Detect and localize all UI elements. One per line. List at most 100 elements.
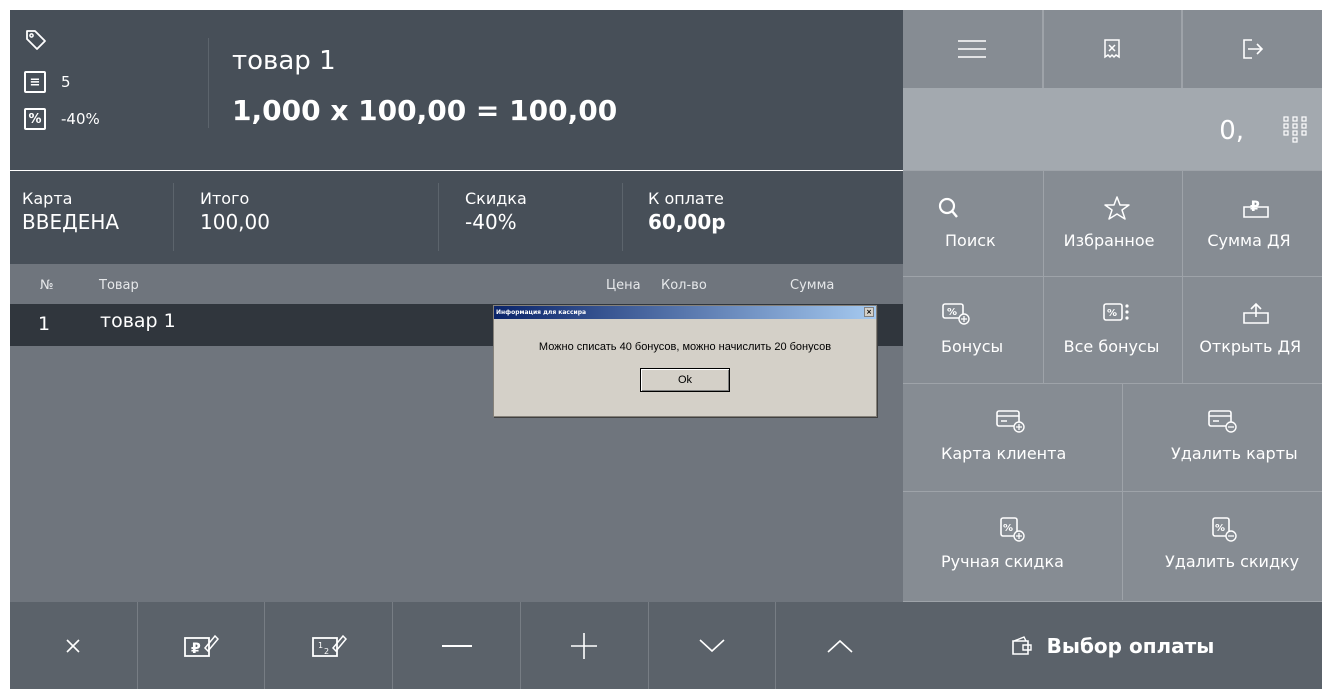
product-calculation: 1,000 x 100,00 = 100,00	[232, 94, 618, 127]
amount-due-label: К оплате	[648, 189, 724, 208]
bonus-add-icon: %	[942, 303, 970, 325]
discount-total: Скидка -40%	[465, 189, 527, 234]
dialog-title-bar: Информация для кассира ×	[494, 306, 876, 319]
increase-quantity-button[interactable]	[521, 602, 649, 689]
right-panel: 0, Поиск Избранное ₽ Сумма ДЯ % Бонусы %…	[903, 10, 1322, 689]
client-card-label: Карта клиента	[941, 444, 1067, 463]
total-label: Итого	[200, 189, 250, 208]
bonuses-button[interactable]: % Бонусы	[903, 277, 1043, 384]
favorites-label: Избранное	[1063, 231, 1155, 250]
discount-value: -40%	[465, 210, 517, 234]
bonus-list-icon: %	[1102, 303, 1129, 321]
chevron-up-icon	[827, 639, 853, 653]
svg-text:%: %	[947, 307, 957, 318]
favorites-button[interactable]: Избранное	[1042, 171, 1183, 278]
ok-button[interactable]: Ok	[640, 368, 730, 392]
header-qty: Кол-во	[661, 278, 707, 293]
open-dya-button[interactable]: Открыть ДЯ	[1182, 277, 1322, 384]
delete-item-button[interactable]	[10, 602, 138, 689]
svg-text:%: %	[1003, 523, 1013, 534]
item-count-row: ≡ 5	[24, 71, 71, 93]
card-add-icon	[996, 410, 1025, 433]
card-remove-icon	[1208, 410, 1237, 433]
header-item: Товар	[99, 278, 139, 293]
actions-row-3: Карта клиента Удалить карты	[903, 384, 1322, 492]
svg-text:1: 1	[318, 641, 323, 650]
scroll-down-button[interactable]	[649, 602, 777, 689]
logout-icon	[1242, 39, 1263, 59]
divider	[208, 38, 209, 128]
search-icon	[938, 197, 958, 218]
product-name: товар 1	[232, 46, 336, 76]
card-label: Карта	[22, 189, 73, 208]
dialog-message: Можно списать 40 бонусов, можно начислит…	[538, 341, 832, 353]
dialog-close-button[interactable]: ×	[864, 307, 874, 317]
divider	[622, 183, 623, 251]
total: Итого 100,00	[200, 189, 270, 234]
payment-choice-button[interactable]: Выбор оплаты	[903, 602, 1322, 689]
delete-discount-button[interactable]: % Удалить скидку	[1122, 492, 1322, 600]
delete-cards-label: Удалить карты	[1171, 444, 1298, 463]
row-number: 1	[38, 313, 51, 335]
header-num: №	[40, 278, 54, 293]
item-discount: -40%	[61, 110, 100, 128]
svg-text:₽: ₽	[1250, 199, 1260, 215]
all-bonuses-button[interactable]: % Все бонусы	[1042, 277, 1183, 384]
svg-text:%: %	[1107, 308, 1117, 319]
edit-price-icon: ₽	[184, 634, 220, 657]
edit-price-button[interactable]: ₽	[138, 602, 266, 689]
menu-icon	[958, 40, 987, 58]
delete-discount-label: Удалить скидку	[1165, 552, 1300, 571]
item-actions-bar: ₽ 1 2	[10, 602, 903, 689]
decrease-quantity-button[interactable]	[393, 602, 521, 689]
close-icon	[66, 638, 80, 653]
manual-discount-label: Ручная скидка	[941, 552, 1064, 571]
item-count: 5	[61, 73, 71, 91]
amount-due: К оплате 60,00р	[648, 189, 726, 234]
open-dya-label: Открыть ДЯ	[1199, 337, 1302, 356]
client-card-button[interactable]: Карта клиента	[903, 384, 1122, 492]
pos-app: ≡ 5 % -40% товар 1 1,000 x 100,00 = 100,…	[10, 10, 1322, 689]
svg-text:%: %	[1215, 523, 1225, 534]
open-drawer-icon	[1243, 302, 1270, 324]
discount-add-icon: %	[1000, 517, 1025, 542]
header-sum: Сумма	[790, 278, 835, 293]
keypad-icon[interactable]	[1283, 116, 1307, 146]
current-item-panel: ≡ 5 % -40% товар 1 1,000 x 100,00 = 100,…	[10, 10, 903, 170]
number-input[interactable]: 0,	[903, 88, 1322, 170]
manual-discount-button[interactable]: % Ручная скидка	[903, 492, 1122, 600]
edit-quantity-button[interactable]: 1 2	[265, 602, 394, 689]
number-value: 0,	[1219, 116, 1244, 146]
discount-label: Скидка	[465, 189, 527, 208]
actions-row-4: % Ручная скидка % Удалить скидку	[903, 492, 1322, 602]
delete-cards-button[interactable]: Удалить карты	[1122, 384, 1322, 492]
top-toolbar	[903, 10, 1322, 88]
cancel-receipt-button[interactable]	[1042, 10, 1183, 88]
actions-row-1: Поиск Избранное ₽ Сумма ДЯ	[903, 170, 1322, 278]
sum-dya-button[interactable]: ₽ Сумма ДЯ	[1182, 171, 1322, 278]
card-status: Карта ВВЕДЕНА	[22, 189, 119, 234]
percent-icon: %	[24, 108, 46, 130]
payment-choice-label: Выбор оплаты	[1046, 633, 1215, 658]
amount-due-value: 60,00р	[648, 210, 726, 234]
totals-panel: Карта ВВЕДЕНА Итого 100,00 Скидка -40% К…	[10, 171, 903, 264]
scroll-up-button[interactable]	[776, 602, 903, 689]
dialog-title: Информация для кассира	[496, 309, 587, 316]
all-bonuses-label: Все бонусы	[1063, 337, 1160, 356]
divider	[173, 183, 174, 251]
logout-button[interactable]	[1182, 10, 1322, 88]
search-label: Поиск	[945, 231, 996, 250]
total-value: 100,00	[200, 210, 270, 234]
discount-remove-icon: %	[1212, 517, 1237, 542]
cashier-info-dialog: Информация для кассира × Можно списать 4…	[493, 305, 877, 417]
header-price: Цена	[606, 278, 641, 293]
list-icon: ≡	[24, 71, 46, 93]
sum-dya-label: Сумма ДЯ	[1207, 231, 1291, 250]
bonuses-label: Бонусы	[941, 337, 1004, 356]
menu-button[interactable]	[903, 10, 1043, 88]
svg-text:2: 2	[324, 647, 329, 656]
divider	[438, 183, 439, 251]
search-button[interactable]: Поиск	[903, 171, 1043, 278]
cash-drawer-amount-icon: ₽	[1243, 199, 1270, 218]
actions-row-2: % Бонусы % Все бонусы Открыть ДЯ	[903, 277, 1322, 384]
